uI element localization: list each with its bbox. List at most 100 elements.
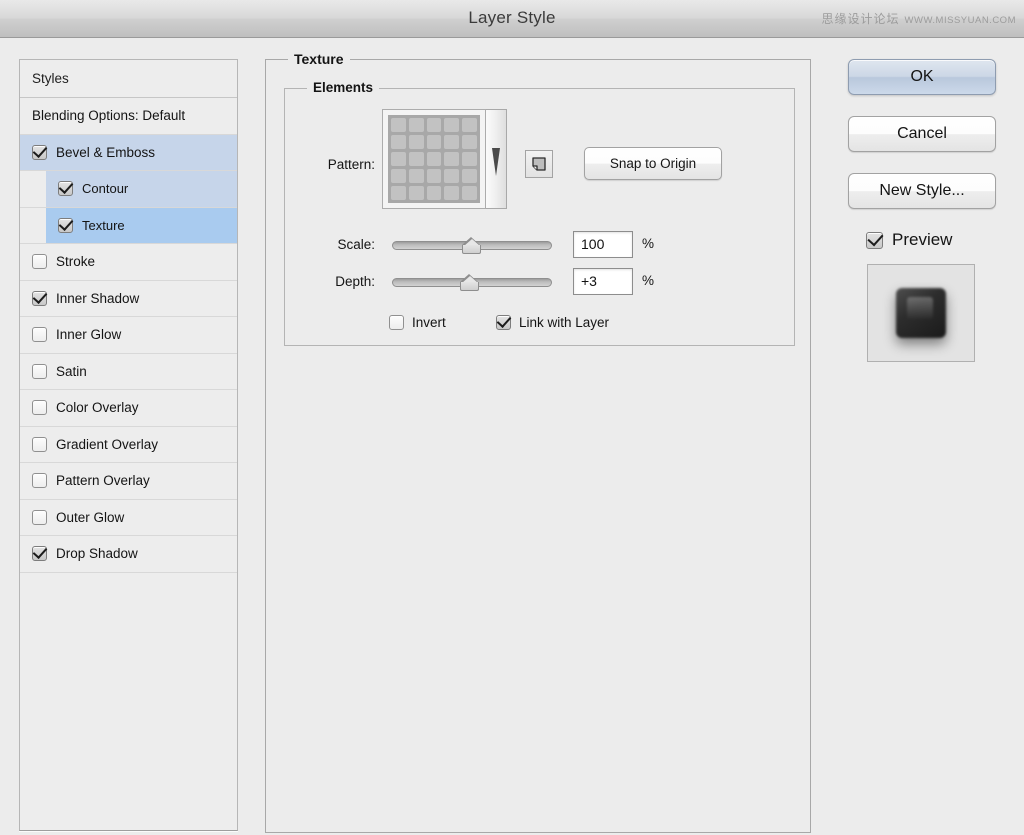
pattern-cell [427, 186, 442, 200]
pattern-cell [409, 135, 424, 149]
pattern-picker[interactable] [382, 109, 509, 209]
styles-header: Styles [20, 60, 237, 98]
watermark-chinese-text: 思缘设计论坛 [822, 12, 900, 26]
new-style-button[interactable]: New Style... [848, 173, 996, 209]
sidebar-item-label: Pattern Overlay [56, 473, 150, 488]
elements-group-title: Elements [307, 80, 379, 95]
chevron-down-icon[interactable] [486, 109, 507, 209]
pattern-cell [444, 186, 459, 200]
pattern-cell [462, 152, 477, 166]
elements-group: Elements Pattern: [284, 88, 795, 346]
pattern-grid-preview [388, 115, 480, 203]
pattern-cell [427, 152, 442, 166]
pattern-cell [391, 118, 406, 132]
sidebar-item-outer-glow[interactable]: Outer Glow [20, 500, 237, 537]
sidebar-item-label: Texture [82, 218, 125, 233]
invert-label: Invert [412, 315, 446, 330]
depth-input[interactable]: +3 [573, 268, 633, 295]
invert-row[interactable]: Invert [389, 315, 446, 330]
sidebar-item-gradient-overlay[interactable]: Gradient Overlay [20, 427, 237, 464]
sidebar-item-label: Satin [56, 364, 87, 379]
depth-unit: % [642, 273, 654, 288]
sidebar-item-texture[interactable]: Texture [20, 208, 237, 245]
sidebar-item-pattern-overlay[interactable]: Pattern Overlay [20, 463, 237, 500]
sidebar-item-color-overlay[interactable]: Color Overlay [20, 390, 237, 427]
sidebar-item-label: Gradient Overlay [56, 437, 158, 452]
sidebar-item-drop-shadow[interactable]: Drop Shadow [20, 536, 237, 573]
sidebar-item-stroke[interactable]: Stroke [20, 244, 237, 281]
sidebar-item-label: Inner Shadow [56, 291, 139, 306]
checkbox-stroke[interactable] [32, 254, 47, 269]
sidebar-item-blending-options[interactable]: Blending Options: Default [20, 98, 237, 135]
depth-label: Depth: [297, 274, 375, 289]
scale-slider-thumb[interactable] [462, 237, 481, 254]
pattern-cell [444, 135, 459, 149]
pattern-cell [462, 135, 477, 149]
sidebar-item-label: Inner Glow [56, 327, 121, 342]
pattern-cell [391, 169, 406, 183]
sidebar-item-label: Color Overlay [56, 400, 139, 415]
pattern-cell [462, 169, 477, 183]
pattern-cell [427, 118, 442, 132]
pattern-cell [409, 169, 424, 183]
sidebar-item-inner-glow[interactable]: Inner Glow [20, 317, 237, 354]
checkbox-inner-shadow[interactable] [32, 291, 47, 306]
window-titlebar: Layer Style 思缘设计论坛WWW.MISSYUAN.COM [0, 0, 1024, 38]
preview-row[interactable]: Preview [866, 230, 998, 250]
sidebar-item-label: Contour [82, 181, 128, 196]
pattern-cell [427, 135, 442, 149]
snap-to-origin-button[interactable]: Snap to Origin [584, 147, 722, 180]
checkbox-contour[interactable] [58, 181, 73, 196]
pattern-cell [391, 135, 406, 149]
sidebar-item-label: Blending Options: Default [32, 108, 185, 123]
checkbox-invert[interactable] [389, 315, 404, 330]
cancel-button[interactable]: Cancel [848, 116, 996, 152]
styles-list: Blending Options: Default Bevel & Emboss… [20, 98, 237, 573]
sidebar-item-contour[interactable]: Contour [20, 171, 237, 208]
sidebar-item-label: Drop Shadow [56, 546, 138, 561]
sidebar-item-satin[interactable]: Satin [20, 354, 237, 391]
preview-label: Preview [892, 230, 952, 250]
pattern-cell [444, 118, 459, 132]
new-pattern-icon[interactable] [525, 150, 553, 178]
pattern-cell [409, 186, 424, 200]
pattern-cell [444, 169, 459, 183]
checkbox-inner-glow[interactable] [32, 327, 47, 342]
link-with-layer-row[interactable]: Link with Layer [496, 315, 609, 330]
sidebar-item-inner-shadow[interactable]: Inner Shadow [20, 281, 237, 318]
pattern-cell [409, 152, 424, 166]
sidebar-item-bevel-emboss[interactable]: Bevel & Emboss [20, 135, 237, 172]
dialog-actions: OK Cancel New Style... Preview [848, 59, 998, 362]
checkbox-texture[interactable] [58, 218, 73, 233]
checkbox-gradient-overlay[interactable] [32, 437, 47, 452]
pattern-swatch[interactable] [382, 109, 486, 209]
pattern-cell [427, 169, 442, 183]
pattern-cell [409, 118, 424, 132]
preview-thumbnail [867, 264, 975, 362]
pattern-cell [391, 152, 406, 166]
checkbox-color-overlay[interactable] [32, 400, 47, 415]
ok-button[interactable]: OK [848, 59, 996, 95]
checkbox-preview[interactable] [866, 232, 883, 249]
scale-input[interactable]: 100 [573, 231, 633, 258]
dialog-body: Styles Blending Options: Default Bevel &… [0, 39, 1024, 835]
pattern-cell [462, 118, 477, 132]
scale-unit: % [642, 236, 654, 251]
checkbox-bevel-emboss[interactable] [32, 145, 47, 160]
checkbox-satin[interactable] [32, 364, 47, 379]
new-pattern-glyph [531, 156, 547, 172]
scale-label: Scale: [297, 237, 375, 252]
pattern-cell [444, 152, 459, 166]
checkbox-link-with-layer[interactable] [496, 315, 511, 330]
checkbox-pattern-overlay[interactable] [32, 473, 47, 488]
sidebar-item-label: Outer Glow [56, 510, 124, 525]
thumb-body [460, 282, 479, 291]
thumb-body [462, 245, 481, 254]
pattern-cell [391, 186, 406, 200]
checkbox-drop-shadow[interactable] [32, 546, 47, 561]
watermark-url-text: WWW.MISSYUAN.COM [905, 15, 1016, 26]
styles-sidebar: Styles Blending Options: Default Bevel &… [19, 59, 238, 831]
checkbox-outer-glow[interactable] [32, 510, 47, 525]
depth-slider-thumb[interactable] [460, 274, 479, 291]
texture-panel: Texture Elements Pattern: [265, 59, 811, 833]
